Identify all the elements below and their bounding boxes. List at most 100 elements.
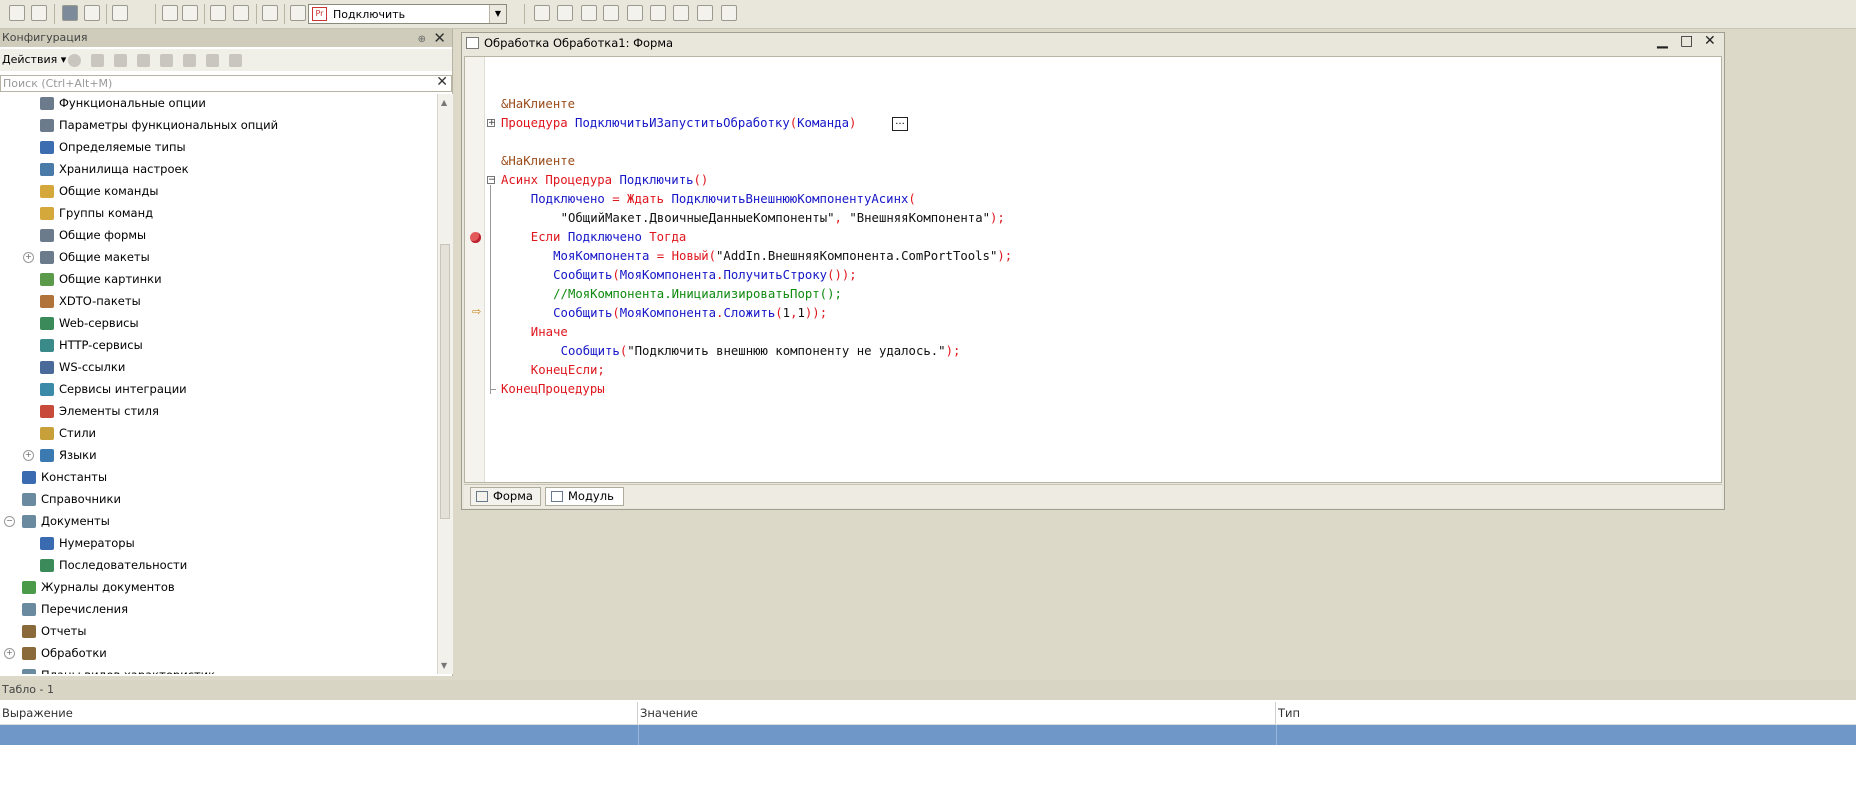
tree-item[interactable]: Справочники [22, 488, 121, 510]
scroll-up-icon[interactable]: ▲ [441, 98, 447, 107]
tree-item[interactable]: WS-ссылки [40, 356, 125, 378]
procedure-icon[interactable] [290, 5, 306, 21]
syntax-check-icon[interactable] [262, 5, 278, 21]
code-line[interactable]: "ОбщийМакет.ДвоичныеДанныеКомпоненты", "… [561, 209, 1005, 228]
tree-item[interactable]: HTTP-сервисы [40, 334, 143, 356]
tree-item[interactable]: Нумераторы [40, 532, 135, 554]
column-header-value[interactable]: Значение [638, 702, 1276, 724]
tree-scrollbar[interactable]: ▲ ▼ [437, 94, 453, 674]
expand-icon[interactable]: + [23, 450, 34, 461]
clear-search-icon[interactable]: ✕ [436, 74, 448, 90]
code-line[interactable]: Асинх Процедура Подключить() [501, 171, 708, 190]
code-editor[interactable]: &НаКлиенте Процедура ПодключитьИЗапустить… [464, 56, 1722, 483]
save-all-icon[interactable] [84, 5, 100, 21]
procedure-select[interactable]: Pr Подключить ▼ [308, 4, 507, 24]
stop-icon[interactable] [627, 5, 643, 21]
tree-item[interactable]: Документы [22, 510, 110, 532]
scroll-down-icon[interactable]: ▼ [441, 661, 447, 670]
code-line[interactable]: Если Подключено Тогда [531, 228, 687, 247]
window-icon[interactable] [697, 5, 713, 21]
tree-item[interactable]: Web-сервисы [40, 312, 139, 334]
close-icon[interactable]: ✕ [433, 29, 446, 47]
sort-icon[interactable] [206, 54, 219, 67]
tree-item[interactable]: XDTO-пакеты [40, 290, 141, 312]
minimize-icon[interactable]: ▁ [1657, 33, 1668, 49]
code-line[interactable]: &НаКлиенте [501, 152, 575, 171]
step-icon[interactable] [581, 5, 597, 21]
tree-item[interactable]: Стили [40, 422, 96, 444]
cut-icon[interactable] [673, 5, 689, 21]
collapsed-block-icon[interactable]: ... [892, 117, 908, 131]
maximize-icon[interactable]: □ [1680, 33, 1693, 49]
save-icon[interactable] [62, 5, 78, 21]
comment-icon[interactable] [210, 5, 226, 21]
tree-item[interactable]: Обработки [22, 642, 107, 664]
pin-icon[interactable]: ⊕ [418, 31, 426, 49]
code-line[interactable]: &НаКлиенте [501, 95, 575, 114]
code-line[interactable]: Сообщить(МояКомпонента.ПолучитьСтроку())… [553, 266, 857, 285]
filter-icon[interactable] [229, 54, 242, 67]
move-down-icon[interactable] [183, 54, 196, 67]
tab-module[interactable]: Модуль [545, 487, 624, 506]
uncomment-icon[interactable] [233, 5, 249, 21]
tab-form[interactable]: Форма [470, 487, 541, 506]
tree-item[interactable]: Языки [40, 444, 97, 466]
tree-item[interactable]: Общие макеты [40, 246, 150, 268]
edit-icon[interactable] [91, 54, 104, 67]
tree-item[interactable]: Константы [22, 466, 107, 488]
replace-icon[interactable] [182, 5, 198, 21]
tree-item[interactable]: Общие формы [40, 224, 146, 246]
copy-icon[interactable] [114, 54, 127, 67]
breakpoint-icon[interactable] [534, 5, 550, 21]
run-icon[interactable] [112, 5, 128, 21]
tree-item[interactable]: Перечисления [22, 598, 128, 620]
disconnect-icon[interactable] [650, 5, 666, 21]
new-icon[interactable] [9, 5, 25, 21]
tree-item[interactable]: Параметры функциональных опций [40, 114, 278, 136]
column-header-expression[interactable]: Выражение [0, 702, 638, 724]
code-line[interactable]: Подключено = Ждать ПодключитьВнешнююКомп… [531, 190, 916, 209]
search-input[interactable]: Поиск (Ctrl+Alt+M) ✕ [0, 74, 452, 92]
step-over-icon[interactable] [603, 5, 619, 21]
delete-icon[interactable] [137, 54, 150, 67]
code-line[interactable]: КонецЕсли; [531, 361, 605, 380]
move-up-icon[interactable] [160, 54, 173, 67]
tree-item[interactable]: Общие картинки [40, 268, 162, 290]
windows-list-icon[interactable] [721, 5, 737, 21]
collapse-block-icon[interactable]: − [487, 176, 496, 185]
code-line[interactable]: Иначе [531, 323, 568, 342]
table-cell[interactable] [0, 725, 639, 745]
breakpoint-list-icon[interactable] [557, 5, 573, 21]
tree-item[interactable]: Сервисы интеграции [40, 378, 187, 400]
open-icon[interactable] [31, 5, 47, 21]
tree-item[interactable]: Группы команд [40, 202, 153, 224]
tree-item[interactable]: Отчеты [22, 620, 86, 642]
tree-item[interactable]: Планы видов характеристик [22, 664, 215, 674]
expand-block-icon[interactable]: + [487, 119, 496, 128]
close-window-icon[interactable]: ✕ [1704, 33, 1716, 49]
collapse-icon[interactable]: − [4, 516, 15, 527]
chevron-down-icon[interactable]: ▼ [489, 5, 506, 23]
find-icon[interactable] [162, 5, 178, 21]
scrollbar-thumb[interactable] [440, 244, 450, 519]
code-line[interactable]: Процедура ПодключитьИЗапуститьОбработку(… [501, 114, 856, 133]
code-line[interactable]: //МояКомпонента.ИнициализироватьПорт(); [553, 285, 842, 304]
tree-item[interactable]: Хранилища настроек [40, 158, 189, 180]
tree-item[interactable]: Элементы стиля [40, 400, 159, 422]
tree-item[interactable]: Последовательности [40, 554, 187, 576]
expand-icon[interactable]: + [4, 648, 15, 659]
column-header-type[interactable]: Тип [1276, 702, 1856, 724]
expand-icon[interactable]: + [23, 252, 34, 263]
code-line[interactable]: КонецПроцедуры [501, 380, 605, 399]
breakpoint-icon[interactable] [470, 232, 481, 243]
tree-item[interactable]: Общие команды [40, 180, 158, 202]
tree-item[interactable]: Функциональные опции [40, 94, 206, 114]
tree-item[interactable]: Журналы документов [22, 576, 175, 598]
code-line[interactable]: Сообщить("Подключить внешнюю компоненту … [561, 342, 961, 361]
add-icon[interactable] [68, 54, 81, 67]
table-row[interactable] [0, 725, 1856, 745]
code-line[interactable]: МояКомпонента = Новый("AddIn.ВнешняяКомп… [553, 247, 1012, 266]
code-line[interactable]: Сообщить(МояКомпонента.Сложить(1,1)); [553, 304, 827, 323]
table-cell[interactable] [638, 725, 1277, 745]
actions-menu-button[interactable]: Действия ▾ [2, 53, 66, 66]
